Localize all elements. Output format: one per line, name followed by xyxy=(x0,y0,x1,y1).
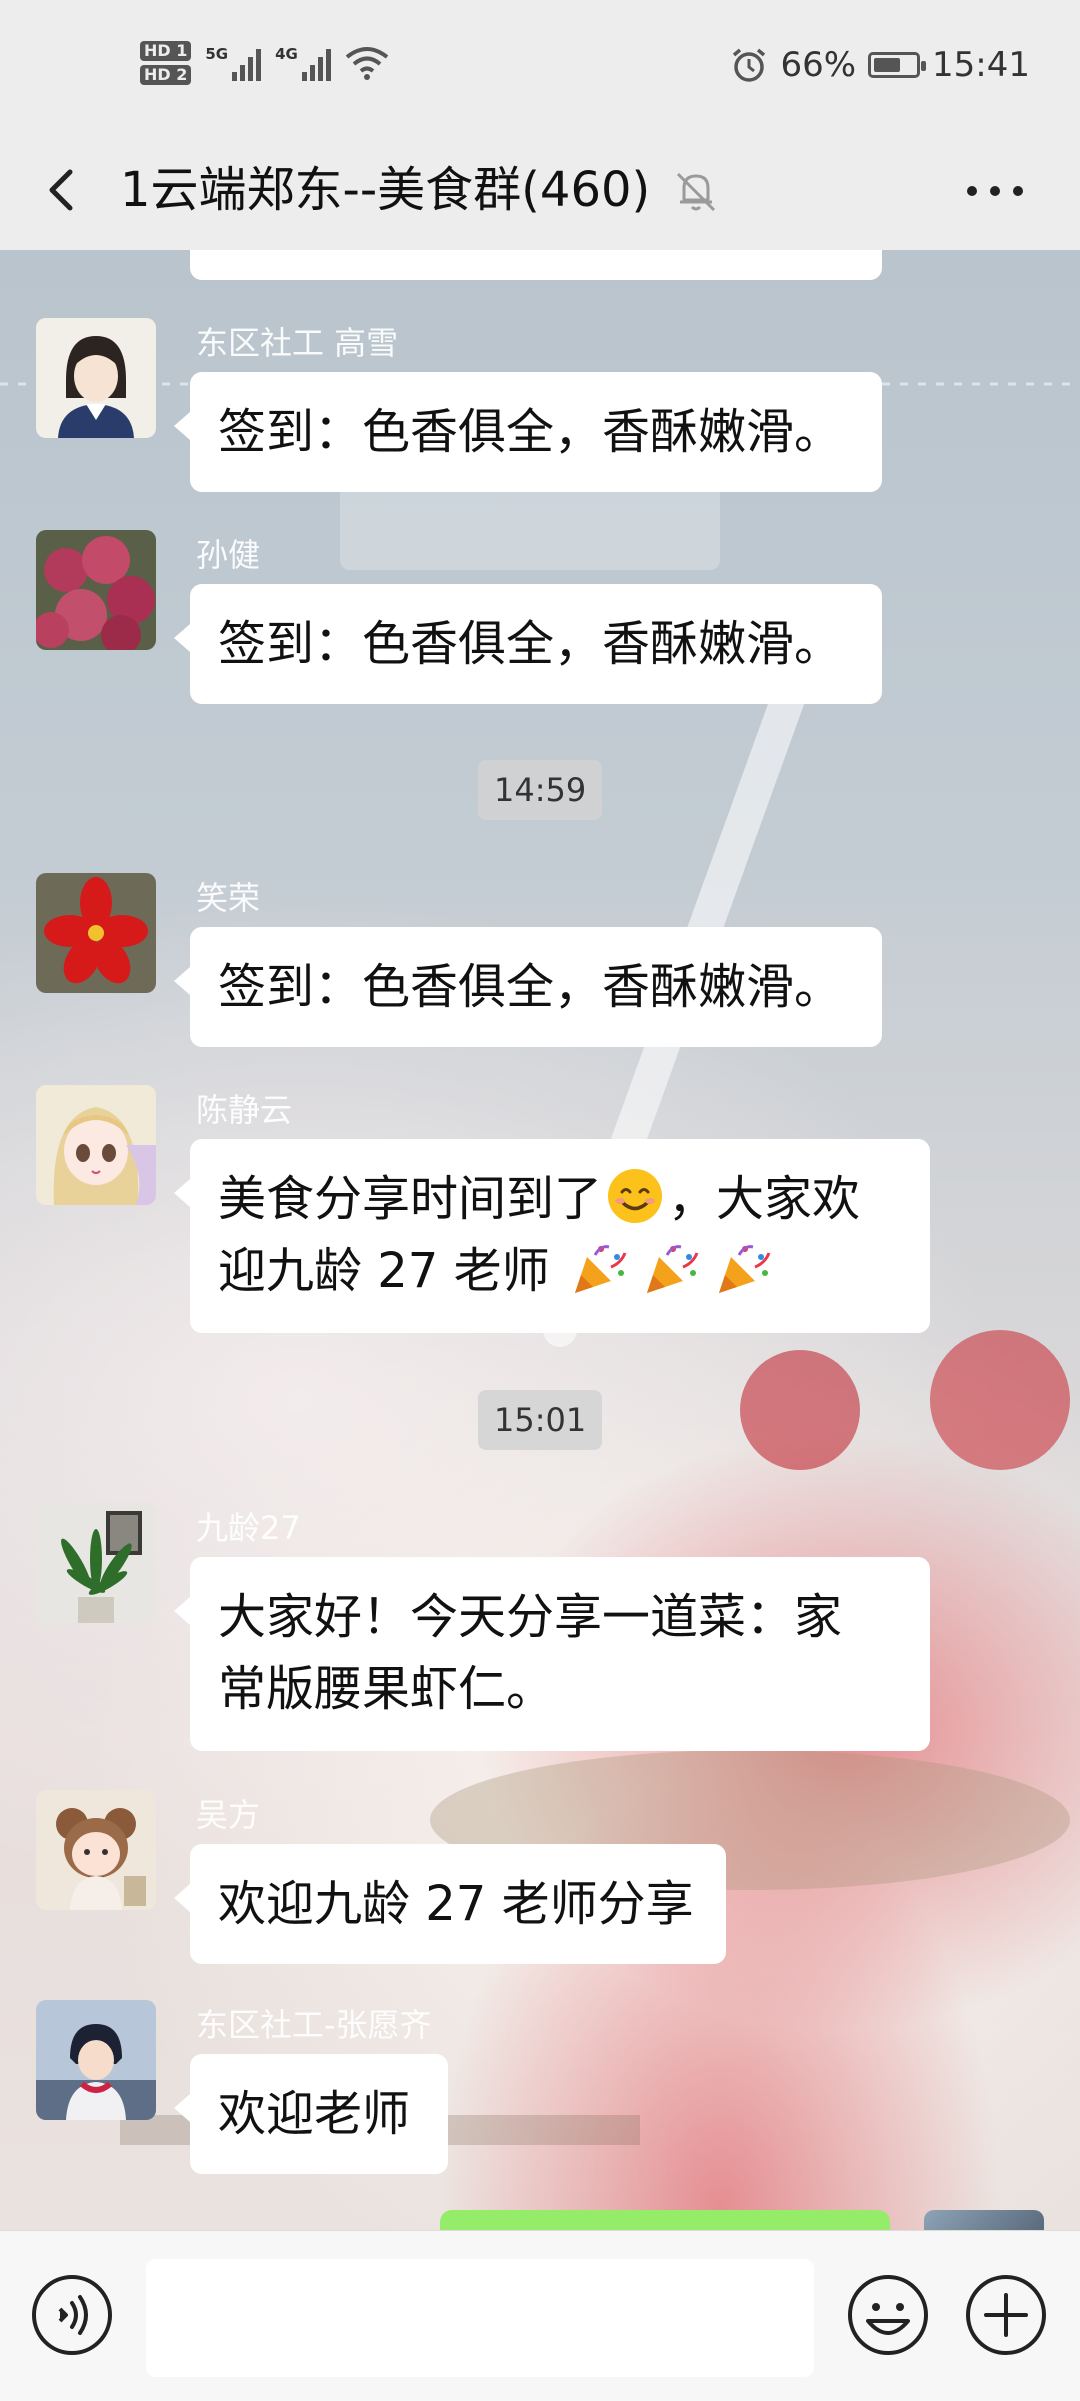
signal-icon xyxy=(301,45,331,81)
message-input[interactable] xyxy=(146,2259,814,2377)
avatar[interactable] xyxy=(36,2000,156,2120)
back-arrow-icon[interactable] xyxy=(36,158,96,222)
battery-percent: 66% xyxy=(780,45,857,85)
sender-name: 笑荣 xyxy=(196,879,261,917)
party-popper-icon xyxy=(718,1245,771,1293)
message-bubble[interactable]: 欢迎老师 xyxy=(174,2054,448,2174)
message-text: ，大家欢 xyxy=(668,1171,861,1227)
avatar[interactable] xyxy=(36,1790,156,1910)
battery-fill xyxy=(874,58,901,72)
sender-name: 东区社工 高雪 xyxy=(196,324,399,362)
avatar[interactable] xyxy=(36,873,156,993)
status-right: 66% 15:41 xyxy=(730,38,1030,92)
plus-icon[interactable] xyxy=(964,2273,1048,2357)
chat-timestamp: 15:01 xyxy=(478,1390,603,1450)
avatar[interactable] xyxy=(36,1503,156,1623)
message-text: 欢迎九龄 27 老师分享 xyxy=(218,1876,694,1932)
signal-icon xyxy=(232,45,262,81)
sender-name: 九龄27 xyxy=(196,1509,301,1547)
message-text: 签到：色香俱全，香酥嫩滑。 xyxy=(218,404,843,460)
hd-badges: HD 1 HD 2 xyxy=(140,41,192,85)
sender-name: 东区社工-张愿齐 xyxy=(196,2006,432,2044)
hd2-badge: HD 2 xyxy=(140,65,192,85)
message-bubble[interactable]: 签到：色香俱全，香酥嫩滑。 xyxy=(174,372,882,492)
own-avatar[interactable] xyxy=(924,2210,1044,2230)
smile-emoji-icon xyxy=(608,1169,663,1223)
message-text: 签到：色香俱全，香酥嫩滑。 xyxy=(218,616,843,672)
alarm-icon xyxy=(733,48,766,82)
message-text: 美食分享时间到了 xyxy=(218,1171,603,1227)
avatar[interactable] xyxy=(36,318,156,438)
chat-area[interactable]: 东区社工 高雪 签到：色香俱全，香酥嫩滑。 孙健 签到：色香俱全，香酥嫩滑。 1… xyxy=(0,250,1080,2230)
sender-name: 吴方 xyxy=(196,1796,261,1834)
muted-bell-icon xyxy=(676,172,716,212)
emoji-icon[interactable] xyxy=(846,2273,930,2357)
hd1-badge: HD 1 xyxy=(140,41,192,61)
party-popper-icon xyxy=(574,1245,627,1293)
avatar[interactable] xyxy=(36,1085,156,1205)
message-bubble[interactable]: 美食分享时间到了 ，大家欢 迎九龄 27 老师 xyxy=(174,1139,930,1333)
wifi-icon xyxy=(345,47,389,80)
message-text: 常版腰果虾仁。 xyxy=(218,1661,555,1717)
message-text: 欢迎老师 xyxy=(218,2086,411,2142)
message-bubble[interactable]: 大家好！今天分享一道菜：家 常版腰果虾仁。 xyxy=(174,1557,930,1751)
message-text: 大家好！今天分享一道菜：家 xyxy=(218,1589,843,1645)
chat-timestamp: 14:59 xyxy=(478,760,603,820)
message-bubble[interactable]: 欢迎九龄 27 老师分享 xyxy=(174,1844,726,1964)
input-bar xyxy=(0,2230,1080,2401)
avatar[interactable] xyxy=(36,530,156,650)
chat-title: 1云端郑东--美食群(460) xyxy=(120,162,651,218)
message-text: 签到：色香俱全，香酥嫩滑。 xyxy=(218,959,843,1015)
more-dots-icon[interactable] xyxy=(960,166,1030,216)
chat-header: 1云端郑东--美食群(460) xyxy=(0,130,1080,250)
message-bubble[interactable]: 签到：色香俱全，香酥嫩滑。 xyxy=(174,927,882,1047)
message-text: 迎九龄 27 老师 xyxy=(218,1243,550,1299)
signal-4g: 4G xyxy=(275,45,331,81)
message-bubble[interactable]: 签到：色香俱全，香酥嫩滑。 xyxy=(174,584,882,704)
status-bar: HD 1 HD 2 5G 4G 66% 15:41 xyxy=(0,0,1080,130)
status-time: 15:41 xyxy=(932,45,1030,85)
voice-icon[interactable] xyxy=(30,2273,114,2357)
sender-name: 陈静云 xyxy=(196,1091,293,1129)
own-message-bubble[interactable] xyxy=(440,2210,890,2230)
signal-5g: 5G xyxy=(205,45,262,81)
battery-icon xyxy=(868,52,927,78)
status-left: HD 1 HD 2 5G 4G xyxy=(140,38,389,88)
partial-bubble xyxy=(190,250,882,280)
sender-name: 孙健 xyxy=(196,536,261,574)
party-popper-icon xyxy=(646,1245,699,1293)
net2-label: 4G xyxy=(275,45,298,63)
net1-label: 5G xyxy=(205,45,229,63)
